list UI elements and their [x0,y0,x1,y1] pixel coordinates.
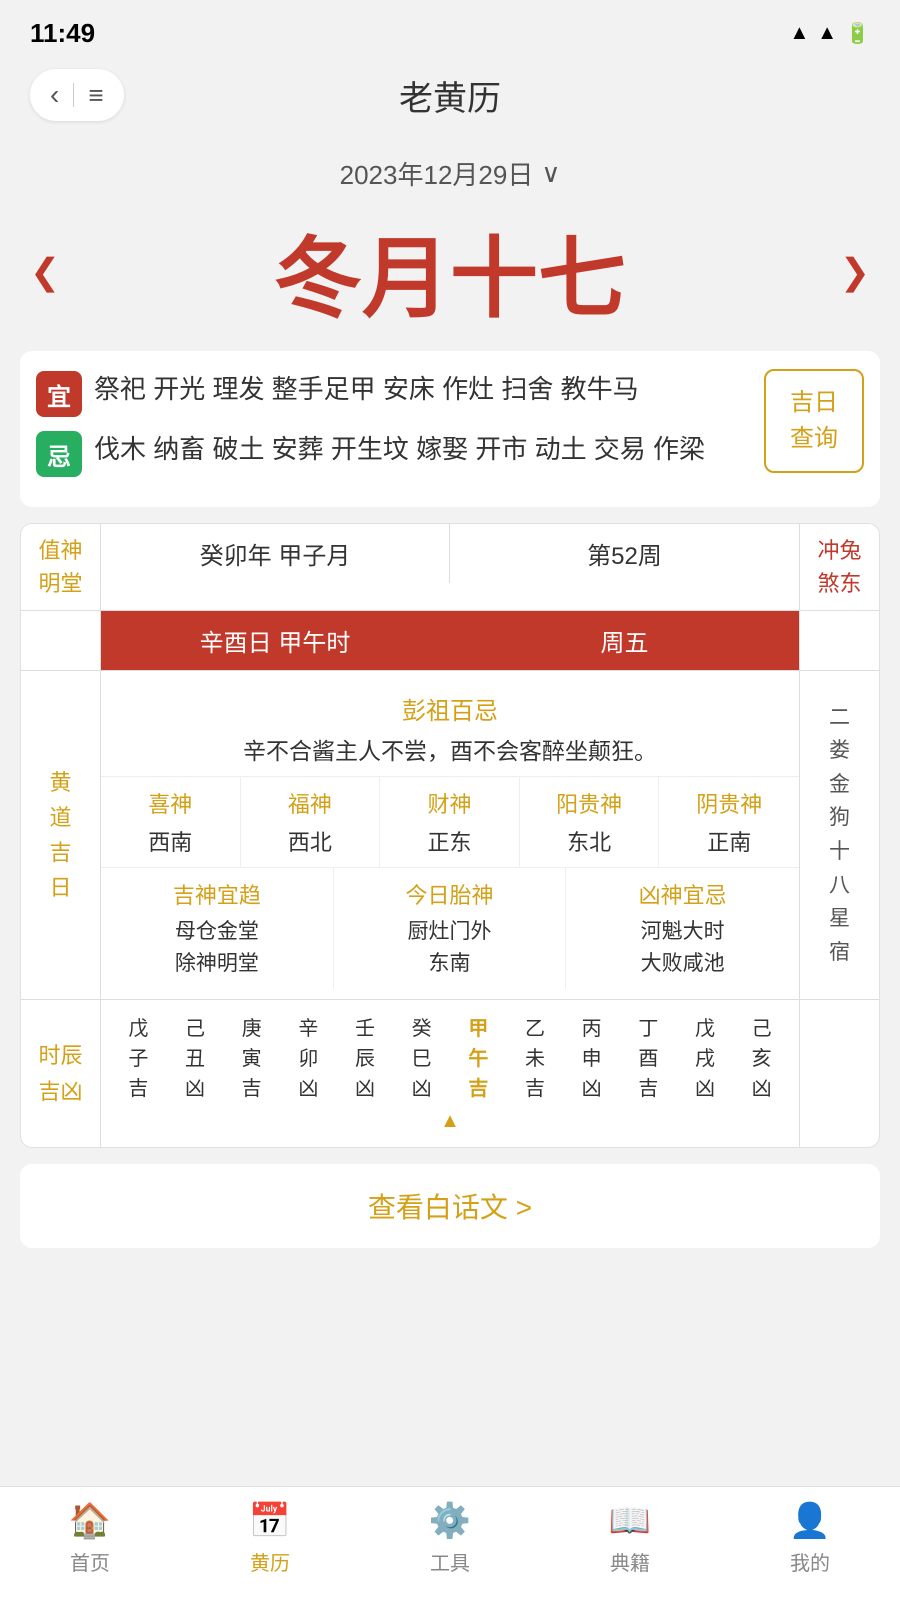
calendar-row-day: 辛酉日 甲午时 周五 [21,611,879,671]
nav-label-home: 首页 [70,1547,110,1576]
home-icon: 🏠 [69,1501,111,1541]
back-button[interactable]: ‹ [50,79,59,111]
nav-item-huangli[interactable]: 📅 黄历 [180,1501,360,1576]
shichen-item-8: 丙申凶 [564,1014,619,1104]
query-line2: 查询 [790,421,838,457]
date-selector[interactable]: 2023年12月29日 ∨ [20,141,880,198]
chong-cell: 冲兔 煞东 [799,524,879,610]
baihua-row[interactable]: 查看白话文 > [20,1164,880,1248]
lunar-date-row: ❮ 冬月十七 ❯ [20,198,880,351]
shichen-item-4: 壬辰凶 [338,1014,393,1104]
god-yin-gui: 阴贵神 正南 [659,777,799,867]
wifi-icon: ▲ [790,22,810,45]
shichen-item-7: 乙未吉 [508,1014,563,1104]
pengzu-text: 辛不合酱主人不尝，酉不会客醉坐颠狂。 [115,732,785,766]
shichen-item-2: 庚寅吉 [224,1014,279,1104]
query-line1: 吉日 [790,385,838,421]
weekday-cell: 周五 [450,611,799,670]
ji-row: 忌 伐木 纳畜 破土 安葬 开生坟 嫁娶 开市 动土 交易 作梁 [36,429,752,477]
nav-item-home[interactable]: 🏠 首页 [0,1501,180,1576]
ji-badge: 忌 [36,431,82,477]
yi-row: 宜 祭祀 开光 理发 整手足甲 安床 作灶 扫舍 教牛马 [36,369,752,417]
baihua-link[interactable]: 查看白话文 > [368,1192,532,1223]
calendar-row-shichen: 时辰 吉凶 戊子吉己丑凶庚寅吉辛卯凶壬辰凶癸巳凶甲午吉乙未吉丙申凶丁酉吉戊戌凶己… [21,1000,879,1147]
battery-icon: 🔋 [845,21,870,46]
status-bar: 11:49 ▲ ▲ 🔋 [0,0,900,59]
top-nav: ‹ ≡ 老黄历 [0,59,900,141]
nav-item-classics[interactable]: 📖 典籍 [540,1501,720,1576]
shichen-item-5: 癸巳凶 [394,1014,449,1104]
nav-divider [73,83,74,107]
zhishen-cell: 值神 明堂 [21,524,101,610]
year-month-cell: 癸卯年 甲子月 [101,524,450,583]
aus-jishen: 吉神宜趋 母仓金堂除神明堂 [101,868,334,989]
bottom-nav: 🏠 首页 📅 黄历 ⚙️ 工具 📖 典籍 👤 我的 [0,1486,900,1600]
huangdao-label: 黄 道 吉 日 [21,671,101,999]
prev-day-button[interactable]: ❮ [30,251,60,293]
pengzu-row: 彭祖百忌 辛不合酱主人不尝，酉不会客醉坐颠狂。 [101,681,799,777]
shichen-expand-arrow[interactable]: ▲ [111,1110,789,1133]
aus-xiongshen: 凶神宜忌 河魁大时大败咸池 [566,868,799,989]
main-content: 2023年12月29日 ∨ ❮ 冬月十七 ❯ 宜 祭祀 开光 理发 整手足甲 安… [0,141,900,1248]
gods-grid: 喜神 西南 福神 西北 财神 正东 阳贵神 东北 [101,777,799,868]
signal-icon: ▲ [817,22,837,45]
god-yang-gui: 阳贵神 东北 [520,777,660,867]
shichen-right-placeholder [799,1000,879,1147]
shichen-item-10: 戊戌凶 [678,1014,733,1104]
shichen-item-3: 辛卯凶 [281,1014,336,1104]
shichen-item-0: 戊子吉 [111,1014,166,1104]
god-xishen: 喜神 西南 [101,777,241,867]
middle-content: 彭祖百忌 辛不合酱主人不尝，酉不会客醉坐颠狂。 喜神 西南 福神 西北 财神 [101,671,799,999]
next-day-button[interactable]: ❯ [840,251,870,293]
nav-label-huangli: 黄历 [250,1547,290,1576]
yi-ji-main: 宜 祭祀 开光 理发 整手足甲 安床 作灶 扫舍 教牛马 忌 伐木 纳畜 破土 … [36,369,752,489]
menu-button[interactable]: ≡ [88,80,103,111]
page-title: 老黄历 [399,71,501,120]
yi-badge: 宜 [36,371,82,417]
week-num-cell: 第52周 [450,524,799,583]
nav-item-mine[interactable]: 👤 我的 [720,1501,900,1576]
huangli-icon: 📅 [249,1501,291,1541]
shichen-label: 时辰 吉凶 [21,1000,101,1147]
aus-taisheng: 今日胎神 厨灶门外东南 [334,868,567,989]
date-display: 2023年12月29日 [340,155,534,192]
auspicious-day-query-button[interactable]: 吉日 查询 [764,369,864,473]
shichen-item-1: 己丑凶 [168,1014,223,1104]
date-dropdown-icon[interactable]: ∨ [541,158,560,189]
nav-item-tools[interactable]: ⚙️ 工具 [360,1501,540,1576]
tools-icon: ⚙️ [429,1501,471,1541]
shichen-item-11: 己亥凶 [734,1014,789,1104]
calendar-table: 值神 明堂 癸卯年 甲子月 第52周 冲兔 煞东 辛酉日 甲午时 周五 黄 道 … [20,523,880,1148]
god-caishen: 财神 正东 [380,777,520,867]
nav-left-buttons: ‹ ≡ [30,69,124,121]
yi-text: 祭祀 开光 理发 整手足甲 安床 作灶 扫舍 教牛马 [94,369,639,411]
pengzu-title: 彭祖百忌 [115,691,785,726]
shichen-grid: 戊子吉己丑凶庚寅吉辛卯凶壬辰凶癸巳凶甲午吉乙未吉丙申凶丁酉吉戊戌凶己亥凶 [111,1014,789,1104]
calendar-row-middle: 黄 道 吉 日 彭祖百忌 辛不合酱主人不尝，酉不会客醉坐颠狂。 喜神 西南 [21,671,879,1000]
calendar-row-year: 值神 明堂 癸卯年 甲子月 第52周 冲兔 煞东 [21,524,879,611]
lunar-date: 冬月十七 [274,208,626,335]
god-fushen: 福神 西北 [241,777,381,867]
status-icons: ▲ ▲ 🔋 [790,21,871,46]
shichen-content: 戊子吉己丑凶庚寅吉辛卯凶壬辰凶癸巳凶甲午吉乙未吉丙申凶丁酉吉戊戌凶己亥凶 ▲ [101,1000,799,1147]
status-time: 11:49 [30,18,95,49]
shichen-item-6: 甲午吉 [451,1014,506,1104]
nav-label-mine: 我的 [790,1547,830,1576]
classics-icon: 📖 [609,1501,651,1541]
nav-label-classics: 典籍 [610,1547,650,1576]
nav-label-tools: 工具 [430,1547,470,1576]
shichen-item-9: 丁酉吉 [621,1014,676,1104]
day-ganzhi-cell: 辛酉日 甲午时 [101,611,450,670]
mine-icon: 👤 [789,1501,831,1541]
ji-text: 伐木 纳畜 破土 安葬 开生坟 嫁娶 开市 动土 交易 作梁 [94,429,705,471]
yi-ji-section: 宜 祭祀 开光 理发 整手足甲 安床 作灶 扫舍 教牛马 忌 伐木 纳畜 破土 … [20,351,880,507]
auspicious-grid: 吉神宜趋 母仓金堂除神明堂 今日胎神 厨灶门外东南 凶神宜忌 河魁大时大败咸池 [101,868,799,989]
star-label: 二 娄 金 狗 十 八 星 宿 [799,671,879,999]
